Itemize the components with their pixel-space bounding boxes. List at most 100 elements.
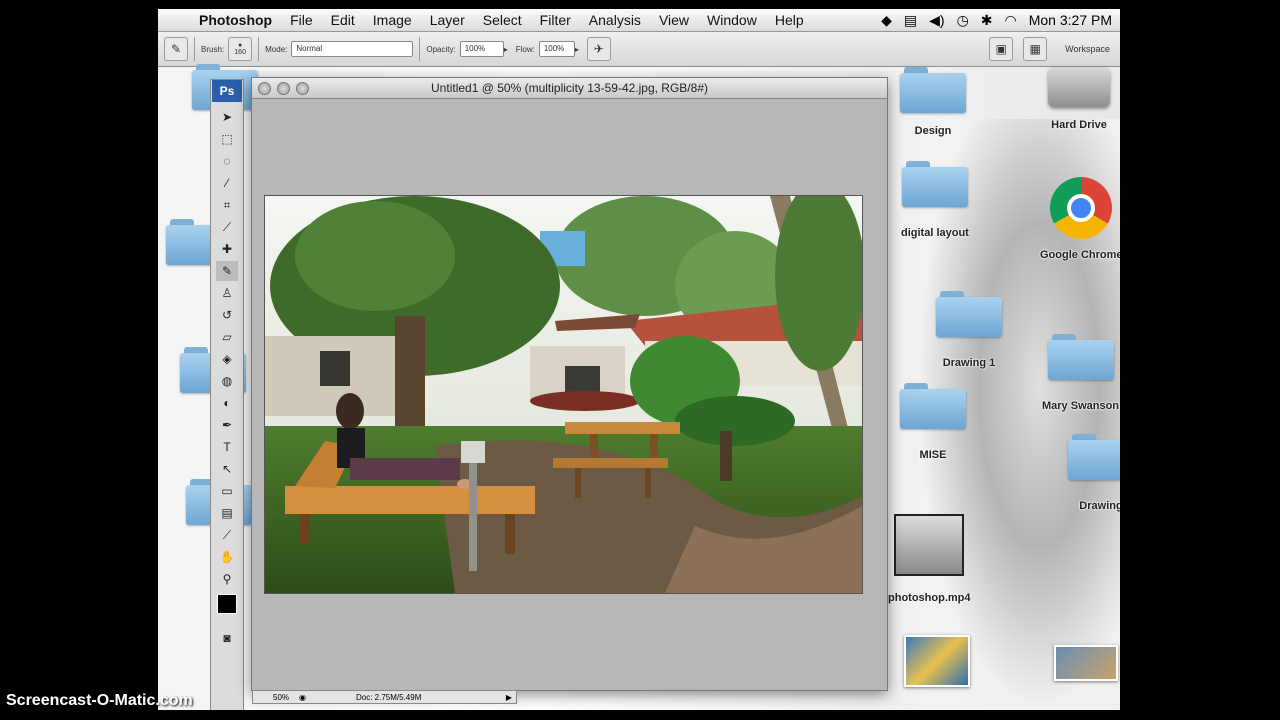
brush-picker[interactable]: ● 160 — [228, 37, 253, 61]
folder-icon — [936, 291, 1002, 337]
folder-icon[interactable] — [186, 479, 252, 525]
doc-size: Doc: 2.75M/5.49M — [356, 692, 422, 702]
desktop-icon-photoshop-mp4[interactable]: photoshop.mp4 — [888, 514, 971, 604]
menu-status-area: ◆ ▤ ◀) ◷ ✱ ◠ Mon 3:27 PM — [881, 9, 1112, 31]
folder-icon[interactable] — [166, 219, 232, 265]
menu-help[interactable]: Help — [766, 12, 813, 28]
desktop-icon-mise[interactable]: MISE — [900, 383, 966, 461]
paint-bucket-tool-icon[interactable]: ◈ — [216, 349, 238, 369]
mode-label: Mode: — [265, 44, 288, 54]
options-bar: ✎ Brush: ● 160 Mode: Normal Opacity: 100… — [158, 32, 1120, 67]
quick-mask-icon[interactable]: ◙ — [216, 628, 238, 648]
desktop-icon-digital-layout[interactable]: digital layout — [901, 161, 969, 239]
magic-wand-tool-icon[interactable]: ⁄ — [216, 173, 238, 193]
bridge-icon[interactable]: ▦ — [1023, 37, 1048, 61]
icon-label: digital layout — [901, 227, 969, 239]
menu-analysis[interactable]: Analysis — [580, 12, 650, 28]
desktop-icon-hard-drive[interactable]: Hard Drive — [1048, 67, 1110, 131]
opacity-input[interactable]: 100% — [459, 41, 504, 57]
status-info-icon[interactable]: ◉ — [299, 693, 306, 702]
mode-select[interactable]: Normal — [291, 41, 414, 57]
zoom-level[interactable]: 50% — [273, 693, 289, 702]
desktop-screen: Photoshop File Edit Image Layer Select F… — [158, 9, 1120, 710]
brush-tool-icon[interactable]: ✎ — [216, 261, 238, 281]
history-brush-tool-icon[interactable]: ↺ — [216, 305, 238, 325]
eraser-tool-icon[interactable]: ▱ — [216, 327, 238, 347]
icon-label: MISE — [919, 449, 947, 461]
ps-logo[interactable]: Ps — [212, 80, 242, 102]
menu-file[interactable]: File — [281, 12, 322, 28]
eyedropper-sample-tool-icon[interactable]: ⟋ — [216, 525, 238, 545]
menu-app-name[interactable]: Photoshop — [190, 12, 281, 28]
desktop-icon-drawing[interactable]: Drawing — [1068, 434, 1120, 512]
opacity-arrow-icon[interactable]: ▸ — [504, 45, 516, 54]
display-icon[interactable]: ▤ — [904, 12, 917, 29]
brush-dot-icon: ● — [238, 42, 243, 49]
brush-size: 160 — [234, 49, 246, 56]
divider — [419, 37, 421, 61]
move-tool-icon[interactable]: ➤ — [216, 107, 238, 127]
folder-icon — [900, 67, 966, 113]
blur-tool-icon[interactable]: ◍ — [216, 371, 238, 391]
volume-icon[interactable]: ◀) — [929, 12, 944, 29]
healing-brush-tool-icon[interactable]: ✚ — [216, 239, 238, 259]
tools-palette: Ps ➤ ⬚ ◌ ⁄ ⌗ ⟋ ✚ ✎ ♙ ↺ ▱ ◈ ◍ ◐ ✒ T ↖ ▭ ▤… — [210, 79, 244, 710]
eyedropper-tool-icon[interactable]: ⟋ — [216, 217, 238, 237]
menu-filter[interactable]: Filter — [531, 12, 580, 28]
dropbox-icon[interactable]: ◆ — [881, 12, 892, 29]
clock[interactable]: Mon 3:27 PM — [1029, 12, 1112, 28]
opacity-label: Opacity: — [426, 44, 456, 54]
zoom-tool-icon[interactable]: ⚲ — [216, 569, 238, 589]
brush-tool-preset-icon[interactable]: ✎ — [164, 37, 188, 61]
flow-arrow-icon[interactable]: ▸ — [575, 45, 587, 54]
wifi-icon[interactable]: ◠ — [1005, 12, 1017, 29]
menu-image[interactable]: Image — [364, 12, 421, 28]
flow-input[interactable]: 100% — [538, 41, 575, 57]
screencast-watermark: Screencast-O-Matic.com — [6, 692, 193, 709]
status-menu-arrow-icon[interactable]: ▶ — [506, 693, 512, 702]
document-title-bar[interactable]: Untitled1 @ 50% (multiplicity 13-59-42.j… — [252, 78, 887, 99]
menu-layer[interactable]: Layer — [421, 12, 474, 28]
notes-tool-icon[interactable]: ▤ — [216, 503, 238, 523]
canvas-photo[interactable] — [264, 195, 863, 594]
icon-label: photoshop.mp4 — [888, 592, 971, 604]
dodge-tool-icon[interactable]: ◐ — [216, 393, 238, 413]
foreground-color-swatch[interactable] — [217, 594, 237, 614]
icon-label: Design — [914, 125, 952, 137]
time-machine-icon[interactable]: ◷ — [957, 12, 969, 29]
menu-window[interactable]: Window — [698, 12, 766, 28]
document-status-bar: 50% ◉ Doc: 2.75M/5.49M ▶ — [252, 690, 517, 704]
desktop-icon-google-chrome[interactable]: Google Chrome — [1040, 177, 1120, 261]
airbrush-icon[interactable]: ✈ — [586, 37, 611, 61]
menu-bar: Photoshop File Edit Image Layer Select F… — [158, 9, 1120, 32]
icon-label: Drawing 1 — [942, 357, 996, 369]
hard-drive-icon — [1048, 67, 1110, 107]
folder-icon — [901, 161, 968, 207]
stamp-tool-icon[interactable]: ♙ — [216, 283, 238, 303]
workspace-menu[interactable]: Workspace — [1065, 44, 1110, 54]
crop-tool-icon[interactable]: ⌗ — [216, 195, 238, 215]
chrome-icon — [1050, 177, 1113, 239]
desktop-image-thumbnail[interactable] — [1054, 645, 1118, 681]
menu-view[interactable]: View — [650, 12, 698, 28]
icon-label: Drawing — [1079, 500, 1120, 512]
desktop-image-thumbnail[interactable] — [904, 635, 970, 687]
marquee-tool-icon[interactable]: ⬚ — [216, 129, 238, 149]
lasso-tool-icon[interactable]: ◌ — [216, 151, 238, 171]
palette-well-icon[interactable]: ▣ — [989, 37, 1014, 61]
shape-tool-icon[interactable]: ▭ — [216, 481, 238, 501]
desktop-icon-mary-swanson[interactable]: Mary Swanson — [1042, 334, 1119, 412]
folder-icon[interactable] — [180, 347, 246, 393]
pen-tool-icon[interactable]: ✒ — [216, 415, 238, 435]
path-selection-tool-icon[interactable]: ↖ — [216, 459, 238, 479]
garden-photo-illustration — [265, 196, 862, 593]
folder-icon — [900, 383, 966, 429]
menu-select[interactable]: Select — [474, 12, 531, 28]
hand-tool-icon[interactable]: ✋ — [216, 547, 238, 567]
type-tool-icon[interactable]: T — [216, 437, 238, 457]
bluetooth-icon[interactable]: ✱ — [981, 12, 993, 29]
desktop-icon-design[interactable]: Design — [900, 67, 966, 137]
desktop-icon-drawing-1[interactable]: Drawing 1 — [936, 291, 1002, 369]
divider — [258, 37, 260, 61]
menu-edit[interactable]: Edit — [322, 12, 364, 28]
